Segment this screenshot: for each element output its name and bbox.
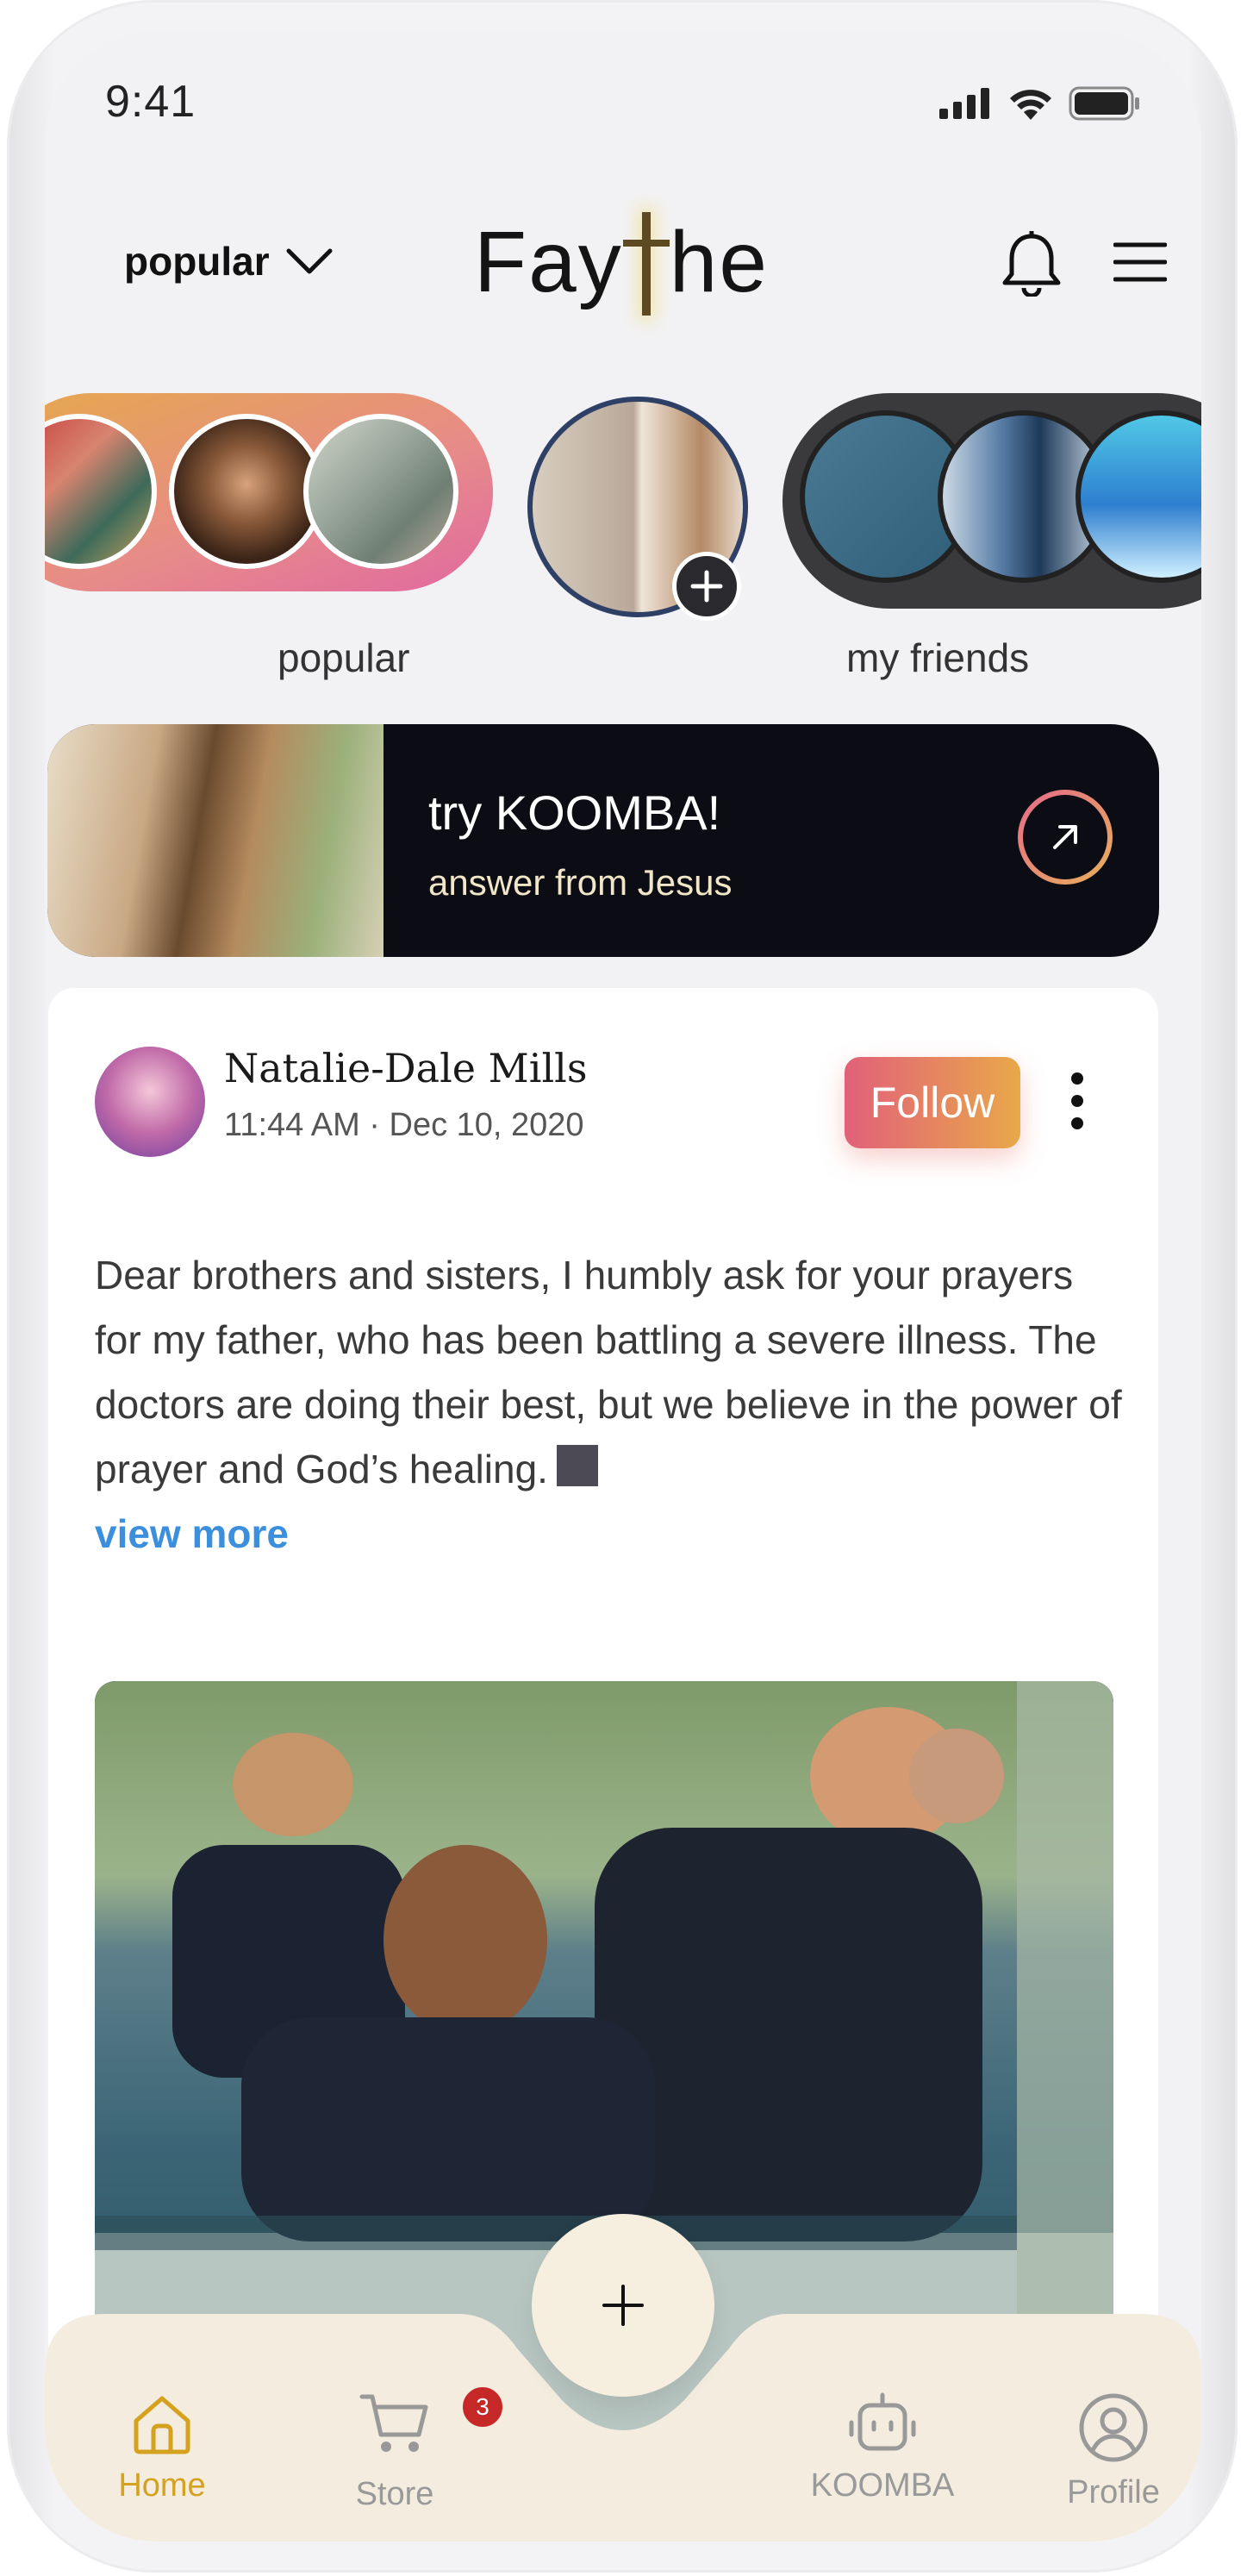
follow-button[interactable]: Follow — [845, 1057, 1020, 1148]
dot-icon — [1071, 1072, 1083, 1085]
menu-button[interactable] — [1113, 241, 1168, 287]
tab-profile[interactable]: Profile — [1027, 2392, 1200, 2511]
feed-selector-label: popular — [124, 239, 270, 284]
story-label-popular: popular — [277, 635, 410, 680]
bell-icon — [1002, 231, 1061, 298]
hamburger-icon — [1113, 242, 1168, 282]
post-timestamp: 11:44 AM · Dec 10, 2020 — [224, 1107, 584, 1143]
add-story-button[interactable] — [672, 552, 741, 621]
user-icon — [1079, 2393, 1148, 2462]
story-avatar — [303, 414, 458, 569]
jesus-portrait-image — [47, 724, 383, 957]
wifi-icon — [1010, 90, 1051, 120]
tab-label-store: Store — [355, 2476, 434, 2512]
promo-subtitle: answer from Jesus — [428, 862, 733, 903]
app-screen: 9:41 popular Fay he popular my friends t… — [45, 31, 1201, 2542]
app-logo: Fay he — [474, 212, 769, 316]
tab-label-home: Home — [118, 2467, 206, 2504]
dot-icon — [1071, 1095, 1083, 1107]
status-time: 9:41 — [105, 77, 196, 127]
tab-koomba[interactable]: KOOMBA — [796, 2392, 969, 2504]
koomba-promo-banner[interactable]: try KOOMBA! answer from Jesus — [47, 724, 1159, 957]
tab-label-profile: Profile — [1067, 2474, 1160, 2510]
story-label-my-friends: my friends — [846, 635, 1030, 680]
tab-home[interactable]: Home — [76, 2392, 248, 2504]
tab-label-koomba: KOOMBA — [810, 2467, 955, 2504]
more-options-button[interactable] — [1069, 1072, 1086, 1129]
arrow-up-right-icon — [1053, 825, 1077, 849]
home-icon — [134, 2396, 190, 2454]
cross-icon — [622, 212, 670, 316]
dot-icon — [1071, 1117, 1083, 1129]
post-text-block: Dear brothers and sisters, I humbly ask … — [95, 1243, 1129, 1566]
promo-open-button[interactable] — [1018, 790, 1113, 885]
battery-icon — [1069, 86, 1139, 121]
robot-icon — [849, 2392, 916, 2451]
cart-badge: 3 — [460, 2385, 505, 2429]
status-icons — [939, 86, 1141, 121]
view-more-link[interactable]: view more — [95, 1511, 289, 1556]
author-avatar[interactable] — [95, 1047, 205, 1157]
feed-selector[interactable]: popular — [124, 238, 334, 284]
tab-store[interactable]: 3 Store — [309, 2385, 505, 2513]
square-icon — [556, 1445, 598, 1486]
cart-icon-wrap: 3 — [359, 2385, 505, 2466]
cart-icon — [359, 2394, 428, 2452]
author-name[interactable]: Natalie-Dale Mills — [224, 1045, 587, 1091]
story-avatar — [169, 414, 324, 569]
create-post-button[interactable] — [532, 2214, 714, 2397]
notifications-button[interactable] — [1001, 231, 1062, 301]
signal-icon — [939, 88, 989, 119]
plus-icon — [602, 2285, 644, 2326]
plus-icon — [690, 570, 723, 603]
chevron-down-icon — [286, 248, 333, 274]
promo-title: try KOOMBA! — [428, 785, 721, 840]
post-body: Dear brothers and sisters, I humbly ask … — [95, 1253, 1122, 1491]
